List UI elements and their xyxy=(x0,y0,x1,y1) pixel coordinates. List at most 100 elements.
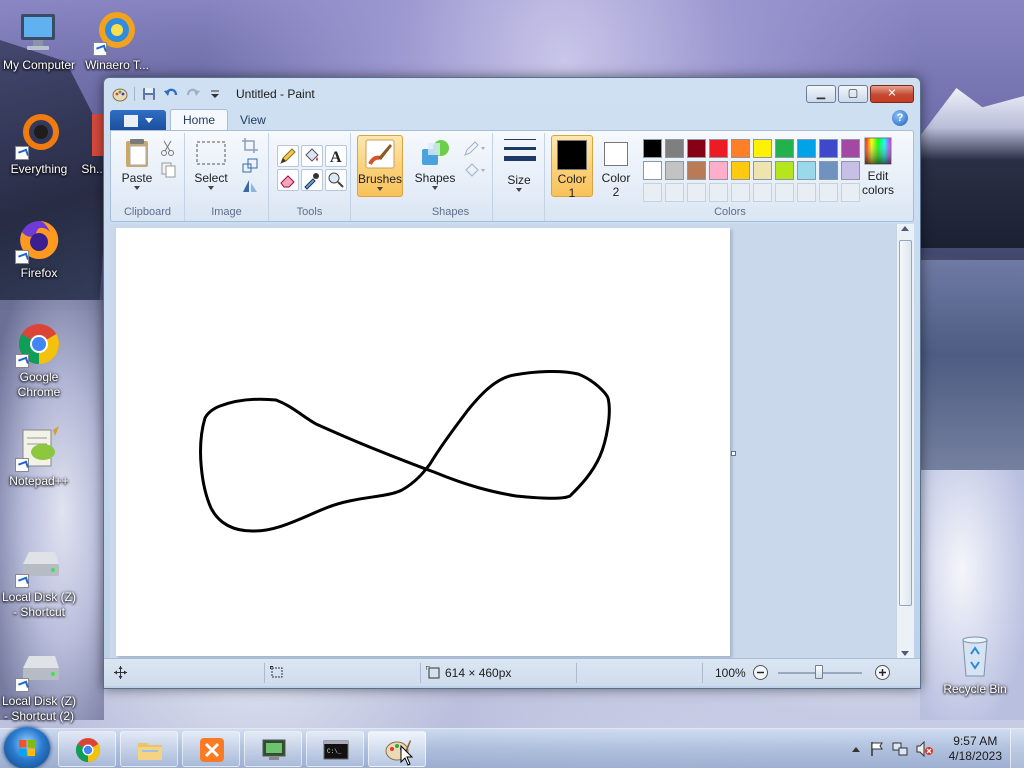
rotate-icon[interactable] xyxy=(241,177,259,195)
taskbar-clock[interactable]: 9:57 AM 4/18/2023 xyxy=(949,734,1002,764)
palette-color-swatch[interactable] xyxy=(797,139,816,158)
show-desktop-button[interactable] xyxy=(1010,729,1024,768)
copy-icon[interactable] xyxy=(159,161,177,179)
resize-icon[interactable] xyxy=(241,157,259,175)
title-bar[interactable]: Untitled - Paint ▁ ▢ ✕ xyxy=(104,78,920,108)
desktop-icon-recycle-bin[interactable]: Recycle Bin xyxy=(936,632,1014,697)
custom-color-slot[interactable] xyxy=(665,183,684,202)
color-picker-icon[interactable] xyxy=(301,169,323,191)
canvas-resize-handle-right[interactable] xyxy=(731,451,736,456)
palette-color-swatch[interactable] xyxy=(819,139,838,158)
volume-muted-icon[interactable] xyxy=(916,741,934,757)
color-1-button[interactable]: Color 1 xyxy=(551,135,593,200)
taskbar-paint[interactable] xyxy=(368,731,426,767)
save-icon[interactable] xyxy=(141,86,157,102)
zoom-in-button[interactable] xyxy=(874,664,891,684)
custom-color-slot[interactable] xyxy=(775,183,794,202)
palette-color-swatch[interactable] xyxy=(643,139,662,158)
desktop-icon-my-computer[interactable]: My Computer xyxy=(0,8,78,73)
eraser-icon[interactable] xyxy=(277,169,299,191)
select-button[interactable]: Select xyxy=(189,137,233,193)
minimize-button[interactable]: ▁ xyxy=(806,85,836,103)
desktop-icon-local-disk-shortcut-2[interactable]: Local Disk (Z) - Shortcut (2) xyxy=(0,644,78,724)
tab-home[interactable]: Home xyxy=(170,109,229,130)
desktop-icon-label: Local Disk (Z) - Shortcut xyxy=(1,590,76,619)
scroll-down-icon[interactable] xyxy=(901,651,909,656)
drawing-canvas[interactable] xyxy=(116,228,730,656)
undo-icon[interactable] xyxy=(163,86,179,102)
palette-color-swatch[interactable] xyxy=(775,139,794,158)
desktop-icon-partial[interactable]: Sh... xyxy=(72,112,106,177)
palette-color-swatch[interactable] xyxy=(687,139,706,158)
fill-bucket-icon[interactable] xyxy=(463,161,487,179)
paint-menu-button[interactable] xyxy=(110,110,166,130)
action-center-flag-icon[interactable] xyxy=(870,741,884,757)
magnifier-icon[interactable] xyxy=(325,169,347,191)
vertical-scrollbar[interactable] xyxy=(896,224,914,658)
shortcut-arrow-icon xyxy=(15,574,29,588)
zoom-out-button[interactable] xyxy=(752,664,769,684)
size-button[interactable]: Size xyxy=(499,135,539,195)
custom-color-slot[interactable] xyxy=(753,183,772,202)
desktop-icon-everything[interactable]: Everything xyxy=(0,112,78,177)
custom-color-slot[interactable] xyxy=(709,183,728,202)
desktop-icon-firefox[interactable]: Firefox xyxy=(0,216,78,281)
shapes-button[interactable]: Shapes xyxy=(411,137,459,193)
taskbar-command-prompt[interactable]: C:\_ xyxy=(306,731,364,767)
close-button[interactable]: ✕ xyxy=(870,85,914,103)
custom-color-slot[interactable] xyxy=(687,183,706,202)
show-hidden-icons-chevron-up-icon[interactable] xyxy=(852,743,860,752)
edit-colors-button[interactable]: Edit colors xyxy=(855,135,901,197)
scroll-up-icon[interactable] xyxy=(901,226,909,231)
network-icon[interactable] xyxy=(892,741,908,757)
custom-color-slot[interactable] xyxy=(643,183,662,202)
fill-bucket-icon[interactable] xyxy=(301,145,323,167)
color-2-button[interactable]: Color 2 xyxy=(595,135,637,199)
text-tool-icon[interactable]: A xyxy=(325,145,347,167)
brushes-button[interactable]: Brushes xyxy=(357,135,403,197)
palette-color-swatch[interactable] xyxy=(665,161,684,180)
taskbar-chrome[interactable] xyxy=(58,731,116,767)
tab-view[interactable]: View xyxy=(228,110,278,130)
palette-color-swatch[interactable] xyxy=(819,161,838,180)
desktop-icon-google-chrome[interactable]: Google Chrome xyxy=(0,320,78,400)
palette-color-swatch[interactable] xyxy=(687,161,706,180)
palette-color-swatch[interactable] xyxy=(775,161,794,180)
palette-color-swatch[interactable] xyxy=(665,139,684,158)
palette-color-swatch[interactable] xyxy=(731,161,750,180)
taskbar-file-explorer[interactable] xyxy=(120,731,178,767)
paste-button[interactable]: Paste xyxy=(117,137,157,193)
desktop-icon-local-disk-shortcut[interactable]: Local Disk (Z) - Shortcut xyxy=(0,540,78,620)
taskbar-xampp[interactable] xyxy=(182,731,240,767)
winaero-icon xyxy=(93,8,141,56)
palette-color-swatch[interactable] xyxy=(731,139,750,158)
desktop-icon-label: Notepad++ xyxy=(9,474,69,488)
desktop-icon-notepad-plus-plus[interactable]: Notepad++ xyxy=(0,424,78,489)
colors-group-label: Colors xyxy=(714,206,746,218)
custom-color-slot[interactable] xyxy=(797,183,816,202)
scrollbar-thumb[interactable] xyxy=(899,240,912,606)
taskbar-app[interactable] xyxy=(244,731,302,767)
custom-color-slot[interactable] xyxy=(731,183,750,202)
drive-icon xyxy=(15,644,63,692)
crop-icon[interactable] xyxy=(241,137,259,155)
custom-color-slot[interactable] xyxy=(819,183,838,202)
palette-color-swatch[interactable] xyxy=(709,139,728,158)
palette-color-swatch[interactable] xyxy=(709,161,728,180)
start-button[interactable] xyxy=(4,727,50,768)
help-icon[interactable]: ? xyxy=(892,110,908,126)
palette-color-swatch[interactable] xyxy=(797,161,816,180)
desktop-icon-winaero[interactable]: Winaero T... xyxy=(78,8,156,73)
pencil-icon[interactable] xyxy=(277,145,299,167)
outline-pencil-icon[interactable] xyxy=(463,139,487,157)
customize-qat-chevron-down-icon[interactable] xyxy=(207,86,223,102)
zoom-slider-thumb[interactable] xyxy=(815,665,823,679)
redo-icon[interactable] xyxy=(185,86,201,102)
cut-icon[interactable] xyxy=(159,139,177,157)
paint-app-icon[interactable] xyxy=(112,86,128,102)
maximize-button[interactable]: ▢ xyxy=(838,85,868,103)
palette-color-swatch[interactable] xyxy=(753,161,772,180)
tools-group: A Tools xyxy=(269,133,351,221)
palette-color-swatch[interactable] xyxy=(753,139,772,158)
palette-color-swatch[interactable] xyxy=(643,161,662,180)
